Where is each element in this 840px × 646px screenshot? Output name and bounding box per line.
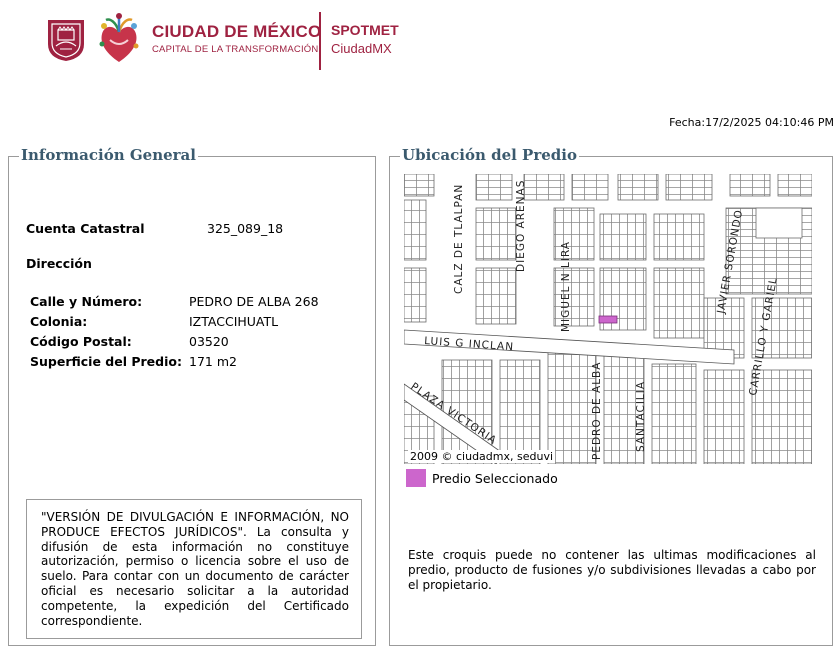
calle-numero-value: PEDRO DE ALBA 268 [189, 294, 319, 309]
map-canvas: CALZ DE TLALPAN DIEGO ARENAS MIGUEL N LI… [404, 174, 812, 464]
ubicacion-title: Ubicación del Predio [400, 146, 579, 164]
superficie-value: 171 m2 [189, 354, 237, 369]
fecha-timestamp: Fecha:17/2/2025 04:10:46 PM [669, 116, 834, 129]
informacion-general-title: Información General [19, 146, 198, 164]
heart-emblem-icon [99, 13, 139, 62]
direccion-label: Dirección [26, 256, 92, 271]
cuenta-catastral-value: 325_089_18 [207, 221, 284, 236]
page-header: CIUDAD DE MÉXICO CAPITAL DE LA TRANSFORM… [0, 0, 840, 80]
superficie-label: Superficie del Predio: [30, 354, 182, 369]
colonia-label: Colonia: [30, 314, 88, 329]
map-credit: 2009 © ciudadmx, seduvi [408, 450, 556, 463]
disclaimer-box: "VERSIÓN DE DIVULGACIÓN E INFORMACIÓN, N… [26, 499, 362, 639]
predio-legend-label: Predio Seleccionado [432, 471, 558, 486]
street-label-diego-arenas: DIEGO ARENAS [515, 180, 527, 272]
header-divider [319, 12, 321, 70]
product-title: SPOTMET [331, 22, 399, 38]
product-subtitle: CiudadMX [331, 41, 392, 56]
predio-legend-swatch [406, 469, 426, 487]
colonia-value: IZTACCIHUATL [189, 314, 279, 329]
croquis-note: Este croquis puede no contener las ultim… [408, 548, 816, 592]
parcel-map[interactable]: CALZ DE TLALPAN DIEGO ARENAS MIGUEL N LI… [404, 174, 812, 464]
calle-numero-label: Calle y Número: [30, 294, 143, 309]
cdmx-shield-icon [48, 20, 84, 61]
street-label-miguel-n-lira: MIGUEL N LIRA [560, 241, 572, 332]
brand-subtitle: CAPITAL DE LA TRANSFORMACIÓN [152, 44, 319, 55]
cuenta-catastral-label: Cuenta Catastral [26, 221, 145, 236]
street-label-pedro-de-alba: PEDRO DE ALBA [591, 362, 603, 460]
codigo-postal-value: 03520 [189, 334, 229, 349]
street-label-calz-tlalpan: CALZ DE TLALPAN [453, 184, 465, 294]
codigo-postal-label: Código Postal: [30, 334, 132, 349]
brand-title: CIUDAD DE MÉXICO [152, 22, 322, 41]
disclaimer-text: "VERSIÓN DE DIVULGACIÓN E INFORMACIÓN, N… [41, 510, 349, 628]
street-label-santacilia: SANTACILIA [635, 381, 647, 452]
selected-parcel[interactable] [598, 315, 618, 324]
